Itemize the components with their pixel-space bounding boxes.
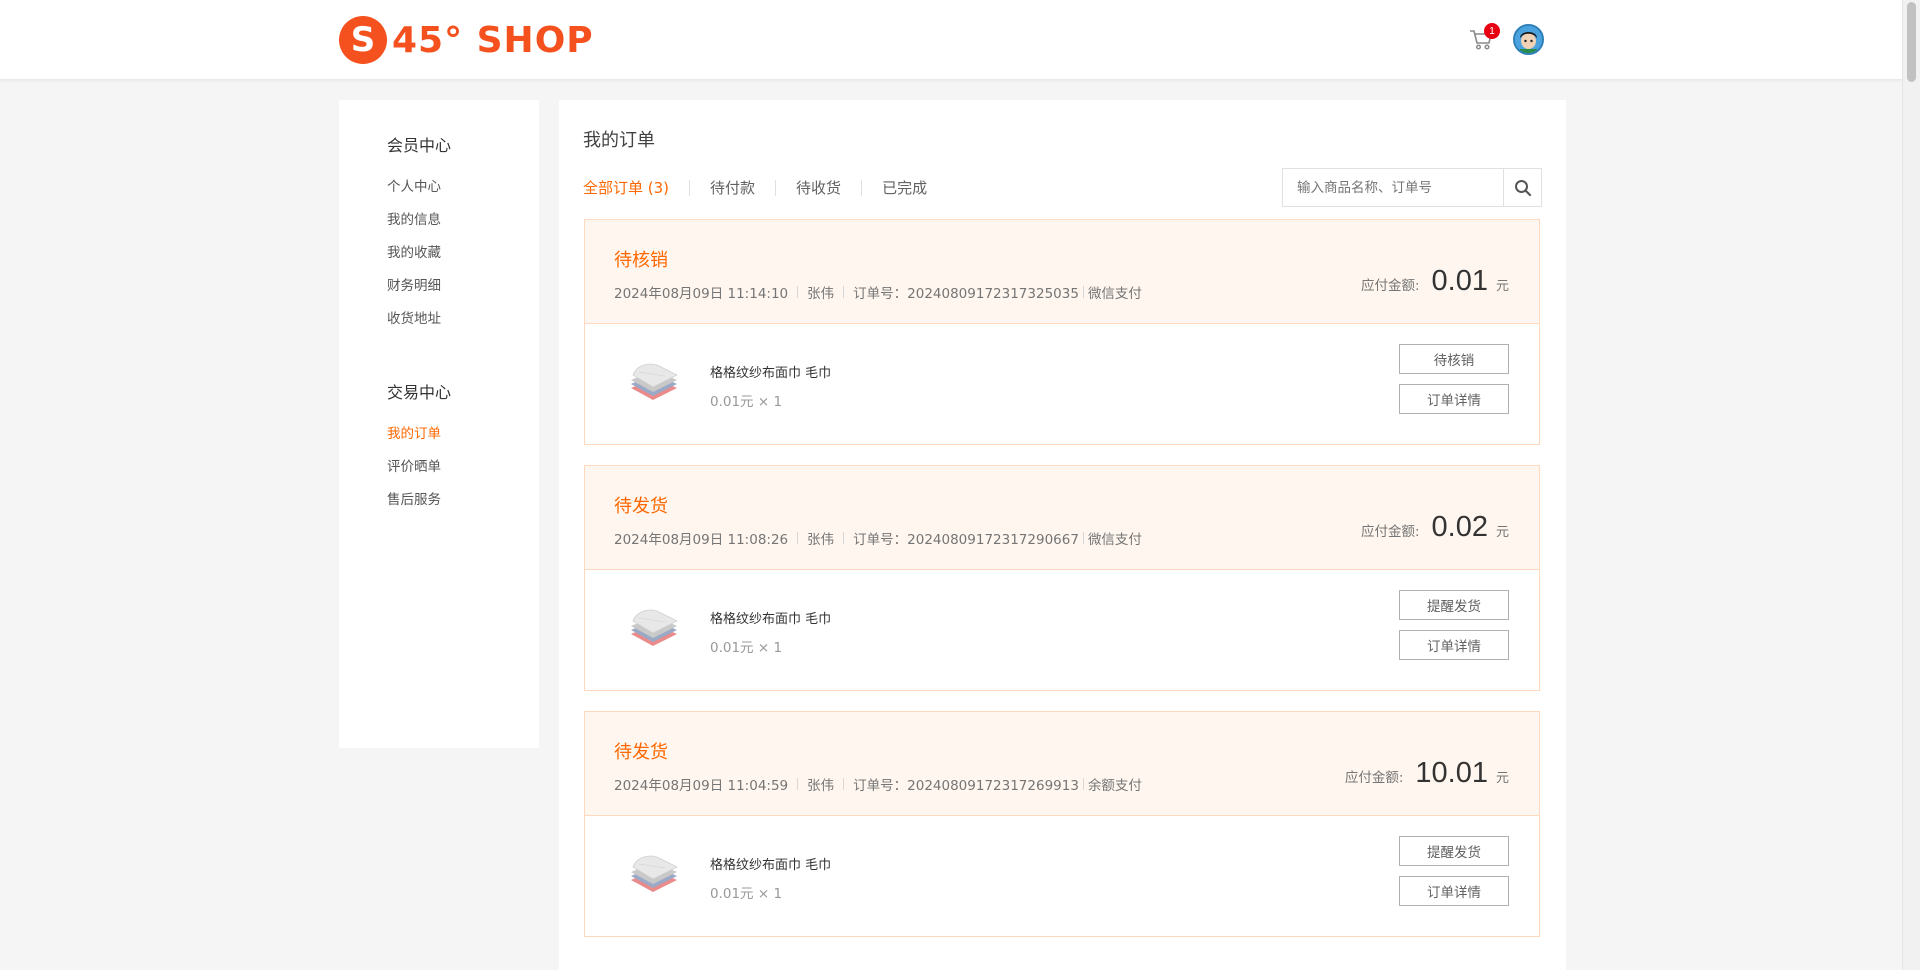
search-button[interactable]	[1503, 169, 1541, 206]
sidebar-item-personal-center[interactable]: 个人中心	[387, 175, 441, 195]
order-datetime: 2024年08月09日 11:14:10	[614, 286, 789, 302]
order-amount: 应付金额: 0.01 元	[1361, 265, 1509, 298]
sidebar-item-address[interactable]: 收货地址	[387, 307, 441, 327]
goods-price: 0.01元 × 1	[710, 394, 783, 410]
sidebar-group-title-trade: 交易中心	[387, 383, 452, 402]
remind-shipping-button[interactable]: 提醒发货	[1399, 836, 1509, 866]
orders-panel: 我的订单 全部订单 (3) 待付款 待收货 已完成 待核销 2024年08月09…	[559, 100, 1566, 970]
page-title: 我的订单	[583, 130, 655, 151]
avatar-image	[1515, 26, 1542, 53]
amount-label: 应付金额:	[1344, 770, 1404, 786]
goods-price: 0.01元 × 1	[710, 640, 783, 656]
amount-unit: 元	[1495, 279, 1509, 294]
amount-value: 0.02	[1431, 511, 1488, 543]
amount-value: 0.01	[1431, 265, 1488, 297]
tab-completed[interactable]: 已完成	[861, 180, 947, 196]
sidebar-item-after-sales[interactable]: 售后服务	[387, 488, 441, 508]
order-meta: 2024年08月09日 11:04:59 张伟 订单号：202408091723…	[614, 774, 1142, 794]
logo-mark: S	[339, 16, 387, 64]
order-meta: 2024年08月09日 11:08:26 张伟 订单号：202408091723…	[614, 528, 1142, 548]
tab-pending-receipt[interactable]: 待收货	[775, 180, 861, 196]
sidebar-item-reviews[interactable]: 评价晒单	[387, 455, 441, 475]
amount-unit: 元	[1495, 525, 1509, 540]
order-detail-button[interactable]: 订单详情	[1399, 876, 1509, 906]
sidebar-item-my-info[interactable]: 我的信息	[387, 208, 441, 228]
order-card: 待核销 2024年08月09日 11:14:10 张伟 订单号：20240809…	[584, 219, 1540, 445]
order-amount: 应付金额: 0.02 元	[1361, 511, 1509, 544]
order-card: 待发货 2024年08月09日 11:04:59 张伟 订单号：20240809…	[584, 711, 1540, 937]
order-header: 待核销 2024年08月09日 11:14:10 张伟 订单号：20240809…	[585, 220, 1539, 324]
sidebar-item-my-orders[interactable]: 我的订单	[387, 422, 441, 442]
amount-value: 10.01	[1415, 757, 1488, 789]
tab-pending-payment[interactable]: 待付款	[689, 180, 775, 196]
order-body: 格格纹纱布面巾 毛巾 0.01元 × 1 待核销 订单详情	[585, 324, 1539, 444]
account-sidebar: 会员中心 个人中心 我的信息 我的收藏 财务明细 收货地址 交易中心 我的订单 …	[339, 100, 539, 748]
order-amount: 应付金额: 10.01 元	[1345, 757, 1509, 790]
order-customer: 张伟	[807, 778, 835, 794]
order-number: 订单号：20240809172317325035	[853, 286, 1079, 302]
search-input[interactable]	[1283, 169, 1503, 206]
order-tabs: 全部订单 (3) 待付款 待收货 已完成	[583, 180, 947, 196]
order-detail-button[interactable]: 订单详情	[1399, 384, 1509, 414]
top-header: S 45° SHOP 1	[0, 0, 1902, 80]
sidebar-item-finance[interactable]: 财务明细	[387, 274, 441, 294]
sidebar-group-title-member: 会员中心	[387, 136, 452, 155]
sidebar-item-favorites[interactable]: 我的收藏	[387, 241, 441, 261]
order-number: 订单号：20240809172317269913	[853, 778, 1079, 794]
order-status: 待核销	[614, 250, 668, 271]
amount-unit: 元	[1495, 771, 1509, 786]
shop-logo[interactable]: S 45° SHOP	[339, 16, 594, 64]
order-card: 待发货 2024年08月09日 11:08:26 张伟 订单号：20240809…	[584, 465, 1540, 691]
order-header: 待发货 2024年08月09日 11:08:26 张伟 订单号：20240809…	[585, 466, 1539, 570]
order-meta: 2024年08月09日 11:14:10 张伟 订单号：202408091723…	[614, 282, 1142, 302]
order-status: 待发货	[614, 742, 668, 763]
order-status: 待发货	[614, 496, 668, 517]
towel-thumbnail[interactable]	[625, 850, 683, 902]
logo-text: 45° SHOP	[392, 19, 594, 61]
page-scrollbar[interactable]	[1902, 0, 1920, 970]
goods-price: 0.01元 × 1	[710, 886, 783, 902]
order-customer: 张伟	[807, 286, 835, 302]
goods-name[interactable]: 格格纹纱布面巾 毛巾	[710, 362, 831, 381]
order-body: 格格纹纱布面巾 毛巾 0.01元 × 1 提醒发货 订单详情	[585, 570, 1539, 690]
towel-thumbnail[interactable]	[625, 358, 683, 410]
verify-button[interactable]: 待核销	[1399, 344, 1509, 374]
order-customer: 张伟	[807, 532, 835, 548]
goods-name[interactable]: 格格纹纱布面巾 毛巾	[710, 854, 831, 873]
amount-label: 应付金额:	[1360, 524, 1420, 540]
search-icon	[1514, 179, 1531, 196]
remind-shipping-button[interactable]: 提醒发货	[1399, 590, 1509, 620]
order-datetime: 2024年08月09日 11:08:26	[614, 532, 789, 548]
order-header: 待发货 2024年08月09日 11:04:59 张伟 订单号：20240809…	[585, 712, 1539, 816]
order-number: 订单号：20240809172317290667	[853, 532, 1079, 548]
tab-all-orders[interactable]: 全部订单 (3)	[583, 180, 689, 196]
goods-name[interactable]: 格格纹纱布面巾 毛巾	[710, 608, 831, 627]
cart-count-badge: 1	[1484, 23, 1500, 39]
avatar[interactable]	[1513, 24, 1544, 55]
order-detail-button[interactable]: 订单详情	[1399, 630, 1509, 660]
order-payment-method: 微信支付	[1087, 532, 1142, 548]
cart-button[interactable]: 1	[1468, 23, 1500, 56]
order-payment-method: 微信支付	[1087, 286, 1142, 302]
order-body: 格格纹纱布面巾 毛巾 0.01元 × 1 提醒发货 订单详情	[585, 816, 1539, 936]
amount-label: 应付金额:	[1360, 278, 1420, 294]
order-search	[1282, 168, 1542, 207]
scrollbar-thumb[interactable]	[1907, 2, 1916, 82]
towel-thumbnail[interactable]	[625, 604, 683, 656]
order-datetime: 2024年08月09日 11:04:59	[614, 778, 789, 794]
order-payment-method: 余额支付	[1087, 778, 1142, 794]
